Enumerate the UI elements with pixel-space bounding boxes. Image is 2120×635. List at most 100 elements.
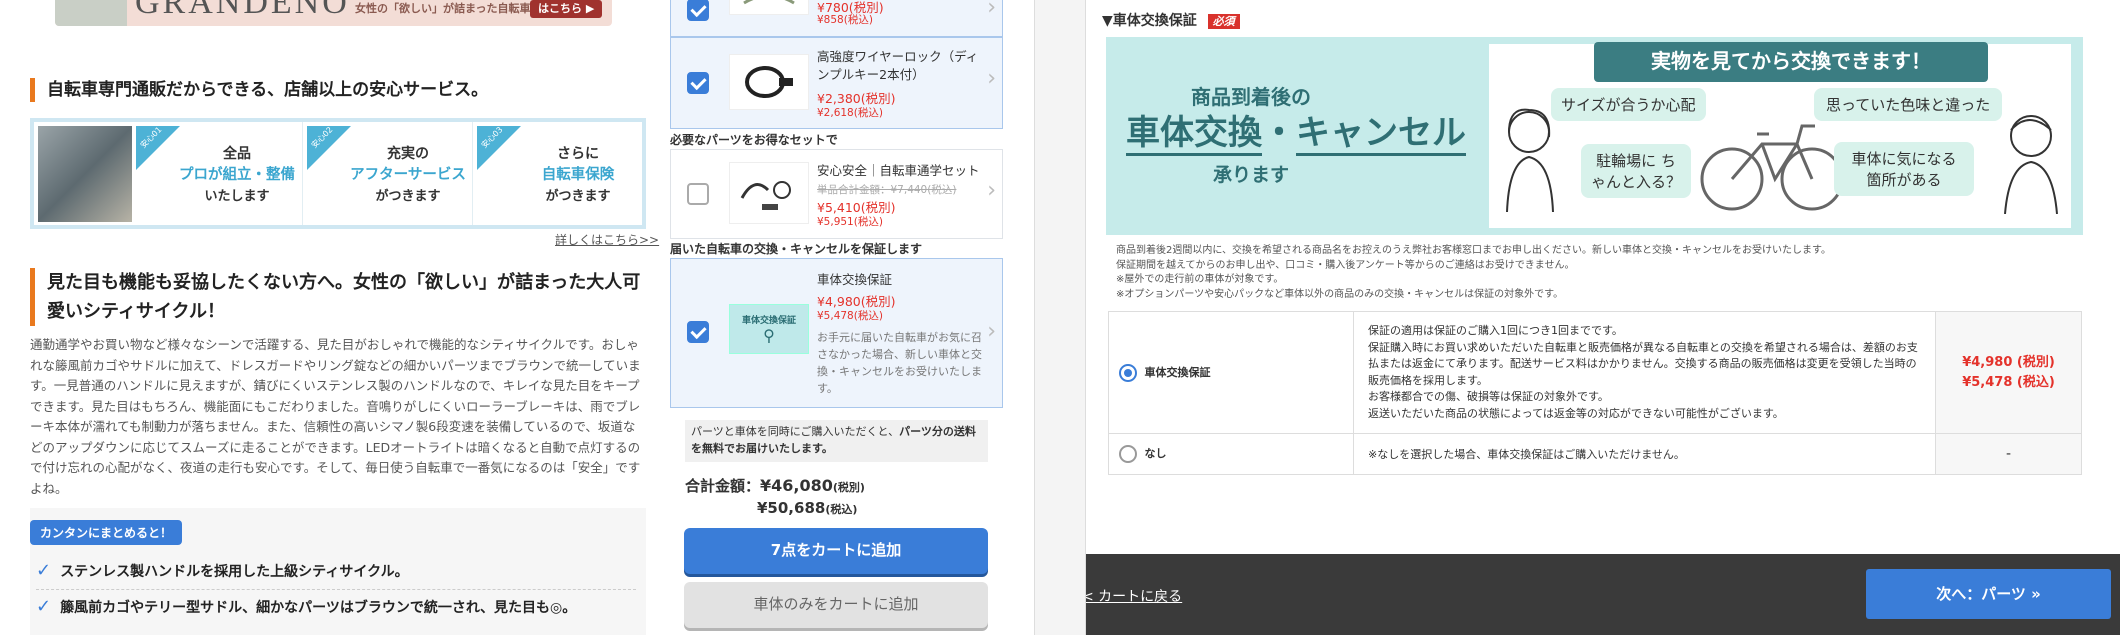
item-name: 高強度ワイヤーロック（ディンプルキー2本付） (817, 49, 979, 82)
guarantee-options-table: 車体交換保証 保証の適用は保証のご購入1回につき1回までです。 保証購入時にお買… (1108, 311, 2082, 475)
banner-left-text: 商品到着後の 車体交換・キャンセル 承ります (1126, 81, 1466, 187)
option-row[interactable]: なし ※なしを選択した場合、車体交換保証はご購入いただけません。 - (1108, 433, 2082, 475)
next-parts-button[interactable]: 次へ：パーツ » (1866, 569, 2111, 619)
bubble: 駐輪場に ちゃんと入る？ (1581, 144, 1691, 198)
item-checkbox[interactable] (687, 0, 709, 21)
item-price-tax-in: ¥2,618(税込) (817, 107, 883, 119)
item-checkbox[interactable] (687, 183, 709, 205)
service-point: 安心01 全品 プロが組立・整備 いたします (132, 122, 302, 225)
cart-item[interactable]: ¥780(税別) ¥858(税込) › (670, 0, 1003, 37)
add-body-only-button[interactable]: 車体のみをカートに追加 (684, 582, 988, 628)
guarantee-selection-panel: ▼車体交換保証 必須 商品到着後の 車体交換・キャンセル 承ります 実物を見てか… (1085, 0, 2120, 635)
section-title: ▼車体交換保証 (1102, 13, 1197, 29)
service-line2: 自転車保険 (541, 167, 615, 183)
item-strike-price: 単品合計金額：¥7,440(税込) (817, 184, 957, 196)
chevron-right-icon: › (987, 66, 996, 91)
banner-right-panel: 実物を見てから交換できます！ サイズが合うか心配 駐輪場に ちゃんと入る？ 思っ… (1489, 42, 2071, 228)
option-select-cell[interactable]: なし (1108, 433, 1354, 475)
service-line3: がつきます (545, 189, 611, 204)
service-point: 安心03 さらに 自転車保険 がつきます (472, 122, 642, 225)
item-thumbnail (729, 162, 809, 224)
add-all-to-cart-button[interactable]: 7点をカートに追加 (684, 528, 988, 574)
price-tax-in: ¥5,478 (税込) (1962, 374, 2055, 390)
banner-line2: 車体交換・キャンセル (1126, 110, 1466, 156)
back-to-cart-link[interactable]: < カートに戻る (1086, 586, 1182, 606)
service-line2: アフターサービス (350, 167, 466, 183)
bubble: 思っていた色味と違った (1814, 88, 2003, 121)
option-label: 車体交換保証 (1144, 365, 1211, 379)
bike-icon: ⚲ (763, 326, 775, 345)
grandeno-banner[interactable]: GRANDENO 女性の「欲しい」が詰まった自転車 はこちら ▶ (55, 0, 612, 26)
service-point: 安心02 充実の アフターサービス がつきます (302, 122, 472, 225)
service-points: 安心01 全品 プロが組立・整備 いたします 安心02 充実の アフターサービス がつきます安… (30, 118, 646, 229)
banner-tagline: 女性の「欲しい」が詰まった自転車 (355, 2, 531, 15)
cart-item[interactable]: 車体交換保証 ⚲ 車体交換保証 ¥4,980(税別) ¥5,478(税込) お手… (670, 258, 1003, 408)
footer-bar: < カートに戻る 次へ：パーツ » (1086, 554, 2120, 635)
option-price: ¥4,980 (税別) ¥5,478 (税込) (1935, 311, 2082, 434)
cart-total: 合計金額：¥46,080(税別) (685, 475, 985, 496)
summary-point: ✓ ステンレス製ハンドルを採用した上級シティサイクル。 (36, 560, 636, 590)
item-checkbox[interactable] (687, 72, 709, 94)
radio-button[interactable] (1119, 445, 1137, 463)
note-line: ※オプションパーツや安心パックなど車体以外の商品のみの交換・キャンセルは保証の対… (1116, 288, 1564, 300)
detail-line: お客様都合での傷、破損等は保証の対象外です。 (1368, 390, 1609, 403)
cart-item[interactable]: 安心安全｜自転車通学セット 単品合計金額：¥7,440(税込) ¥5,410(税… (670, 149, 1003, 239)
section-title-row: ▼車体交換保証 必須 (1102, 10, 1240, 30)
cart-item[interactable]: 高強度ワイヤーロック（ディンプルキー2本付） ¥2,380(税別) ¥2,618… (670, 37, 1003, 129)
cart-total-tax-in: ¥50,688(税込) (757, 498, 857, 517)
bubble: サイズが合うか心配 (1551, 88, 1706, 121)
service-line1: さらに (557, 146, 599, 162)
option-select-cell[interactable]: 車体交換保証 (1108, 311, 1354, 434)
summary-badge: カンタンにまとめると！ (30, 520, 183, 545)
product-description: 通勤通学やお買い物など様々なシーンで活躍する、見た目がおしゃれで機能的なシティサ… (30, 337, 641, 496)
note-line: 商品到着後2週間以内に、交換を希望される商品名をお控えのうえ弊社お客様窓口までお… (1116, 245, 1832, 256)
service-line1: 充実の (387, 146, 429, 162)
guarantee-banner: 商品到着後の 車体交換・キャンセル 承ります 実物を見てから交換できます！ サイ… (1106, 37, 2083, 235)
item-price-tax-in: ¥858(税込) (817, 14, 873, 26)
service-line1: 全品 (223, 146, 251, 162)
set-section-label: 必要なパーツをお得なセットで (670, 131, 1003, 149)
detail-line: 保証の適用は保証のご購入1回につき1回までです。 (1368, 324, 1623, 337)
check-icon: ✓ (36, 560, 52, 581)
item-description: お手元に届いた自転車がお気に召さなかった場合、新しい車体と交換・キャンセルをお受… (817, 331, 982, 395)
chevron-right-icon: › (987, 0, 996, 20)
option-row[interactable]: 車体交換保証 保証の適用は保証のご購入1回につき1回までです。 保証購入時にお買… (1108, 311, 2082, 434)
man-right-illustration (1999, 104, 2063, 215)
summary-point-text: 籐風前カゴやテリー型サドル、細かなパーツはブラウンで統一され、見た目も◎。 (60, 600, 577, 616)
banner-line1: 商品到着後の (1191, 85, 1311, 109)
guarantee-thumbnail: 車体交換保証 ⚲ (729, 304, 809, 354)
woman-left-illustration (1499, 102, 1559, 213)
item-checkbox[interactable] (687, 321, 709, 343)
summary-point-text: ステンレス製ハンドルを採用した上級シティサイクル。 (60, 564, 409, 580)
summary-point: ✓ 籐風前カゴやテリー型サドル、細かなパーツはブラウンで統一され、見た目も◎。 (36, 596, 636, 626)
product-detail-panel: GRANDENO 女性の「欲しい」が詰まった自転車 はこちら ▶ 自転車専門通販… (0, 0, 1035, 635)
guarantee-thumb-title: 車体交換保証 (741, 316, 796, 326)
details-link[interactable]: 詳しくはこちら>> (555, 231, 659, 248)
banner-bike-image (55, 0, 127, 26)
service-line3: いたします (204, 189, 270, 204)
price-tax-ex: ¥4,980 (税別) (1962, 354, 2055, 370)
option-price: - (1935, 433, 2082, 475)
total-label: 合計金額： (685, 477, 761, 495)
bike-illustration (1697, 114, 1847, 214)
option-details: ※なしを選択した場合、車体交換保証はご購入いただけません。 (1353, 433, 1936, 475)
chevron-right-icon: › (987, 319, 996, 344)
banner-cta[interactable]: はこちら ▶ (530, 0, 603, 18)
banner-exchange: 車体交換 (1126, 113, 1262, 156)
note-line: ※屋外での走行前の車体が対象です。 (1116, 274, 1284, 285)
shipping-note-text: パーツと車体を同時にご購入いただくと、 (691, 425, 900, 438)
banner-ribbon: 実物を見てから交換できます！ (1594, 42, 1988, 82)
item-thumbnail (729, 0, 809, 15)
item-name: 安心安全｜自転車通学セット (817, 163, 980, 178)
item-price-tax-in: ¥5,951(税込) (817, 216, 883, 228)
detail-line: 返送いただいた商品の状態によっては返金等の対応ができない可能性がございます。 (1368, 406, 1784, 420)
total-tax-in: ¥50,688 (757, 499, 826, 517)
item-thumbnail (729, 54, 809, 110)
radio-button[interactable] (1119, 363, 1137, 382)
summary-box: カンタンにまとめると！ ✓ ステンレス製ハンドルを採用した上級シティサイクル。 … (30, 508, 646, 635)
option-label: なし (1144, 447, 1167, 460)
banner-line3: 承ります (1212, 164, 1289, 186)
tax-ex-suffix: (税別) (832, 481, 865, 494)
guarantee-section-label: 届いた自転車の交換・キャンセルを保証します (670, 240, 1003, 258)
product-heading: 見た目も機能も妥協したくない方へ。女性の「欲しい」が詰まった大人可愛いシティサイ… (30, 268, 646, 326)
